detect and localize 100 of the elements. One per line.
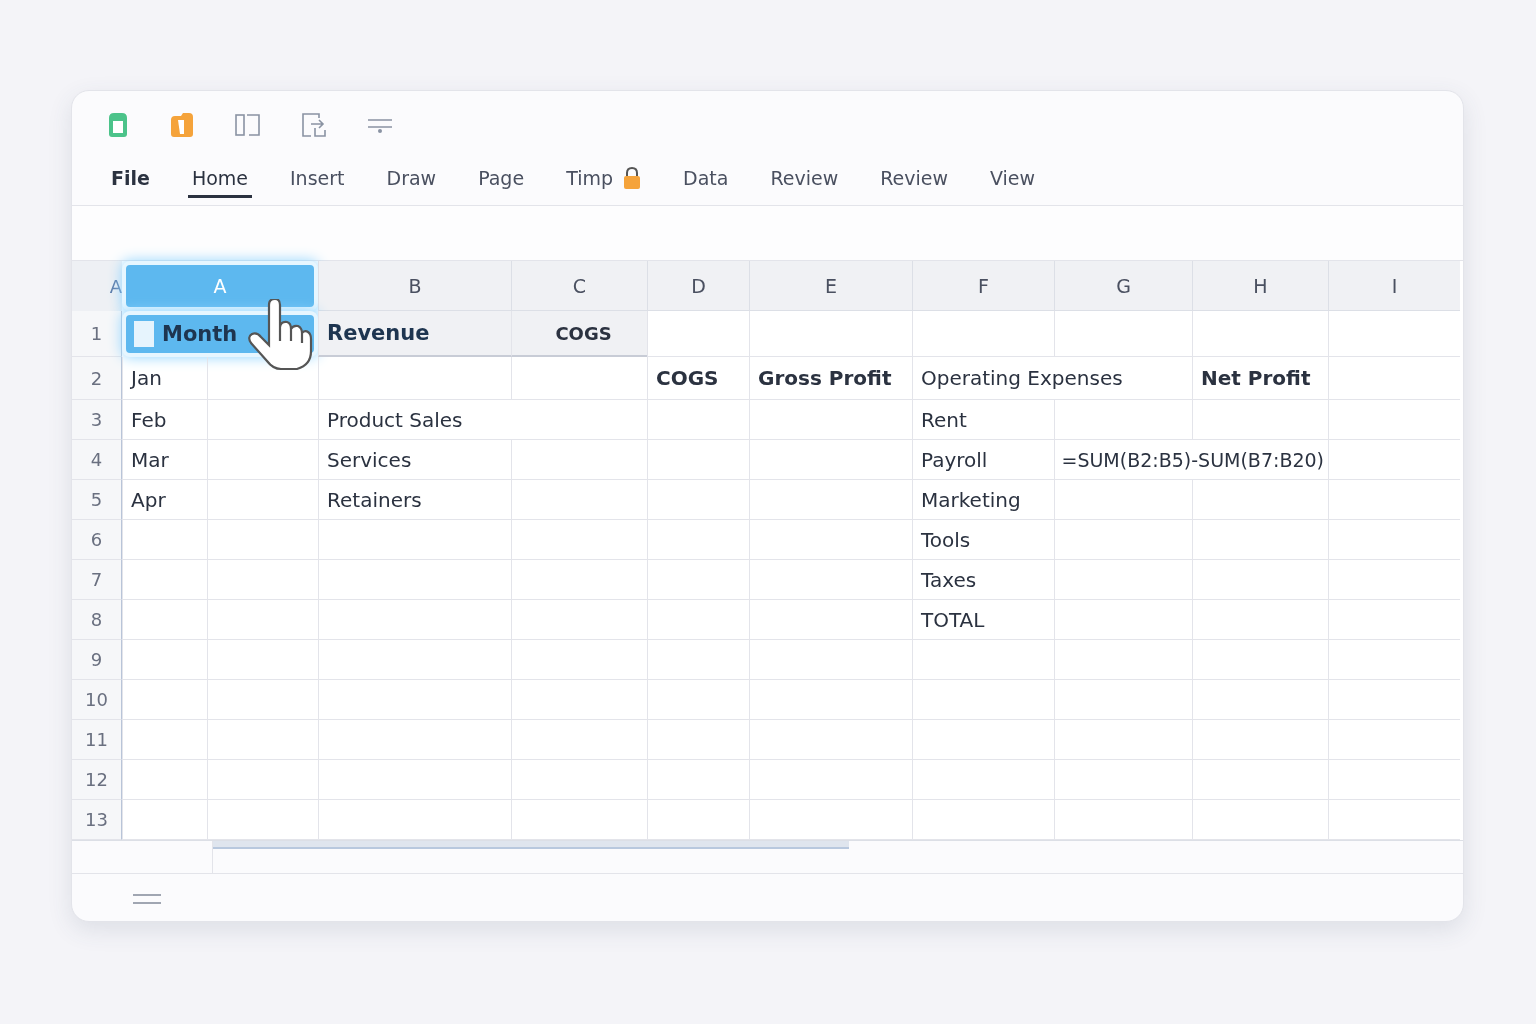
grid-cell[interactable] (749, 640, 912, 680)
column-header[interactable]: B (318, 261, 511, 311)
grid-cell[interactable] (1192, 400, 1328, 440)
grid-cell[interactable] (318, 640, 511, 680)
grid-cell[interactable] (511, 560, 647, 600)
grid-cell[interactable]: Gross Profit (749, 357, 912, 400)
grid-cell[interactable] (511, 720, 647, 760)
grid-cell[interactable] (647, 640, 749, 680)
grid-cell[interactable] (511, 800, 647, 840)
grid-cell[interactable] (318, 760, 511, 800)
column-header[interactable]: D (647, 261, 749, 311)
grid-cell[interactable]: Jan (122, 357, 318, 400)
grid-cell[interactable] (1328, 720, 1460, 760)
ribbon-tab[interactable]: View (985, 160, 1040, 198)
grid-cell[interactable] (1192, 800, 1328, 840)
grid-cell[interactable]: Feb (122, 400, 318, 440)
grid-cell[interactable]: Taxes (912, 560, 1054, 600)
grid-cell[interactable] (1192, 720, 1328, 760)
grid-cell[interactable] (122, 520, 318, 560)
grid-cell[interactable] (1328, 311, 1460, 357)
grid-cell[interactable] (1192, 640, 1328, 680)
grid-cell[interactable] (122, 640, 318, 680)
column-header[interactable]: H (1192, 261, 1328, 311)
grid-cell[interactable] (122, 680, 318, 720)
grid-cell[interactable]: COGS (511, 311, 647, 357)
grid-cell[interactable] (318, 720, 511, 760)
grid-cell[interactable] (511, 480, 647, 520)
grid-cell[interactable] (912, 800, 1054, 840)
document-icon[interactable] (107, 112, 129, 138)
grid-cell[interactable] (1054, 720, 1192, 760)
grid-cell[interactable]: Apr (122, 480, 318, 520)
ribbon-tab[interactable]: Review (766, 160, 843, 198)
grid-cell[interactable] (1054, 760, 1192, 800)
grid-cell[interactable] (511, 520, 647, 560)
grid-cell[interactable] (647, 600, 749, 640)
grid-cell[interactable] (1192, 480, 1328, 520)
grid-cell[interactable] (1328, 680, 1460, 720)
grid-cell[interactable] (1054, 680, 1192, 720)
grid-cell[interactable] (511, 440, 647, 480)
grid-cell[interactable] (1328, 440, 1460, 480)
grid-cell[interactable] (318, 520, 511, 560)
export-icon[interactable] (301, 112, 327, 138)
grid-cell[interactable] (1192, 600, 1328, 640)
grid-cell[interactable] (912, 640, 1054, 680)
grid-cell[interactable]: COGS (647, 357, 749, 400)
grid-cell[interactable] (318, 680, 511, 720)
grid-cell[interactable]: Revenue (318, 311, 511, 357)
grid-cell[interactable]: Mar (122, 440, 318, 480)
grid-cell[interactable] (1054, 560, 1192, 600)
grid-cell[interactable] (647, 720, 749, 760)
grid-cell[interactable]: Rent (912, 400, 1054, 440)
grid-cell[interactable] (912, 760, 1054, 800)
grid-cell[interactable] (647, 480, 749, 520)
grid-cell[interactable] (511, 357, 647, 400)
grid-cell[interactable] (647, 680, 749, 720)
grid-cell[interactable] (122, 760, 318, 800)
grid-cell[interactable] (1054, 311, 1192, 357)
column-header[interactable]: E (749, 261, 912, 311)
grid-cell[interactable] (647, 800, 749, 840)
grid-cell[interactable] (122, 600, 318, 640)
grid-cell[interactable] (1192, 560, 1328, 600)
column-header[interactable]: C (511, 261, 647, 311)
grid-cell[interactable]: Retainers (318, 480, 511, 520)
ribbon-tab[interactable]: File (107, 160, 154, 198)
grid-cell[interactable] (647, 760, 749, 800)
grid-cell[interactable] (1328, 520, 1460, 560)
grid-cell[interactable] (1192, 760, 1328, 800)
grid-cell[interactable] (749, 520, 912, 560)
ribbon-tab[interactable]: Insert (286, 160, 349, 198)
grid-cell[interactable] (1328, 760, 1460, 800)
grid-cell[interactable] (1328, 357, 1460, 400)
ribbon-tab[interactable]: Draw (382, 160, 441, 198)
grid-cell[interactable] (749, 760, 912, 800)
grid-cell[interactable] (749, 680, 912, 720)
grid-cell[interactable] (749, 560, 912, 600)
grid-cell[interactable] (1328, 640, 1460, 680)
grid-cell[interactable] (749, 480, 912, 520)
grid-cell[interactable] (122, 560, 318, 600)
grid-cell[interactable] (1328, 400, 1460, 440)
column-header[interactable]: G (1054, 261, 1192, 311)
grid-cell[interactable] (1328, 560, 1460, 600)
ribbon-tab[interactable]: Timp (562, 160, 645, 198)
grid-cell[interactable] (1054, 400, 1192, 440)
grid-cell[interactable] (749, 311, 912, 357)
grid-cell[interactable] (1054, 640, 1192, 680)
grid-cell[interactable] (912, 680, 1054, 720)
grid-cell[interactable]: Net Profit (1192, 357, 1328, 400)
grid-cell[interactable]: Tools (912, 520, 1054, 560)
grid-cell[interactable] (1328, 800, 1460, 840)
grid-cell[interactable] (511, 640, 647, 680)
grid-cell[interactable] (749, 440, 912, 480)
ribbon-tab[interactable]: Data (679, 160, 733, 198)
menu-icon[interactable] (132, 893, 162, 905)
grid-cell[interactable]: TOTAL (912, 600, 1054, 640)
grid-cell[interactable] (1054, 480, 1192, 520)
horizontal-scrollbar[interactable] (213, 841, 849, 849)
grid-cell[interactable] (318, 800, 511, 840)
formula-bar[interactable] (72, 206, 1463, 261)
grid-cell[interactable] (912, 720, 1054, 760)
column-header[interactable]: I (1328, 261, 1460, 311)
